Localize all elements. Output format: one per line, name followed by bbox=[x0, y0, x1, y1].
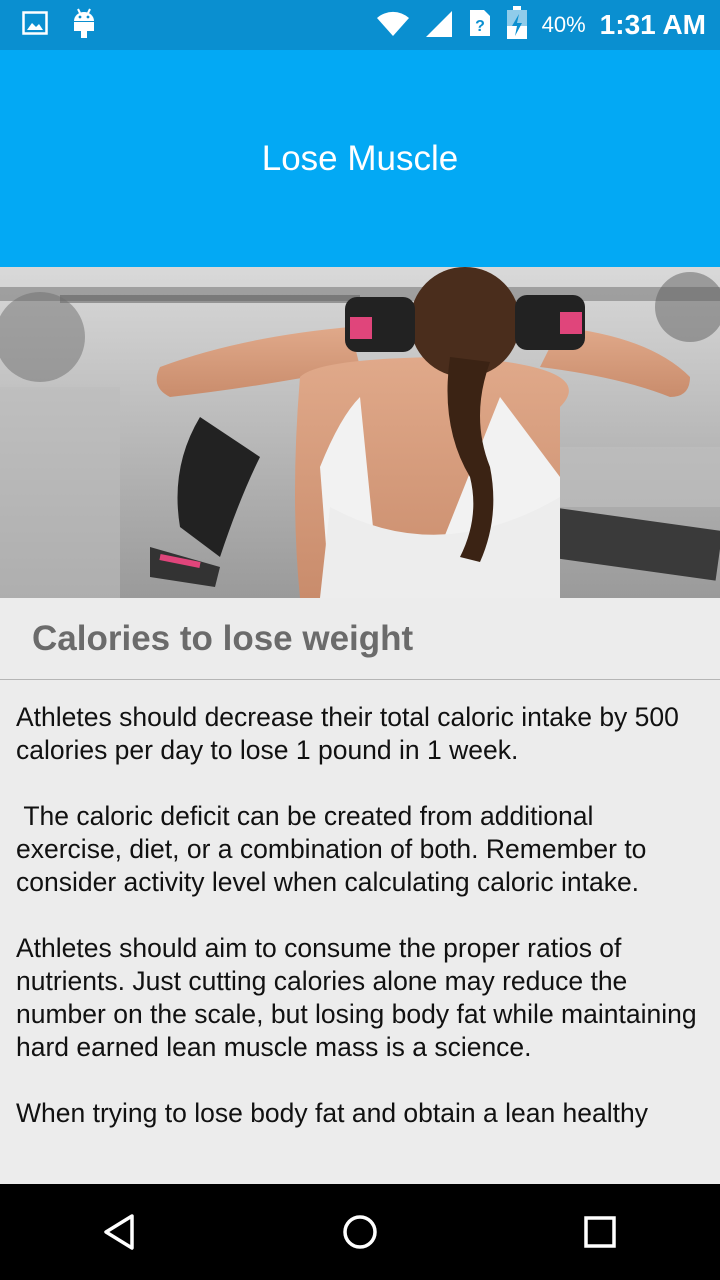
home-button[interactable] bbox=[300, 1184, 420, 1280]
back-icon bbox=[104, 1214, 134, 1250]
home-icon bbox=[343, 1215, 377, 1249]
section-title: Calories to lose weight bbox=[32, 618, 414, 658]
navigation-bar bbox=[0, 1184, 720, 1280]
paragraph: When trying to lose body fat and obtain … bbox=[16, 1098, 649, 1128]
hero-image bbox=[0, 267, 720, 598]
battery-percent: 40% bbox=[541, 12, 586, 37]
article-body[interactable]: Athletes should decrease their total cal… bbox=[0, 681, 720, 1151]
image-icon bbox=[22, 11, 48, 39]
sim-unknown-icon: ? bbox=[468, 8, 492, 42]
paragraph: The caloric deficit can be created from … bbox=[16, 801, 654, 897]
wifi-icon bbox=[376, 10, 410, 40]
app-bar: Lose Muscle bbox=[0, 50, 720, 267]
recents-icon bbox=[584, 1216, 616, 1248]
signal-icon bbox=[424, 9, 454, 41]
android-icon bbox=[72, 7, 96, 43]
clock: 1:31 AM bbox=[599, 9, 706, 40]
workout-photo bbox=[0, 267, 720, 598]
paragraph: Athletes should aim to consume the prope… bbox=[16, 933, 697, 1062]
paragraph: Athletes should decrease their total cal… bbox=[16, 702, 679, 765]
section-header: Calories to lose weight bbox=[0, 598, 720, 680]
battery-charging-icon bbox=[506, 6, 528, 44]
page-title: Lose Muscle bbox=[261, 138, 459, 178]
svg-text:?: ? bbox=[475, 18, 485, 35]
recents-button[interactable] bbox=[540, 1184, 660, 1280]
back-button[interactable] bbox=[60, 1184, 180, 1280]
status-bar: ? 40% 1:31 AM bbox=[0, 0, 720, 50]
